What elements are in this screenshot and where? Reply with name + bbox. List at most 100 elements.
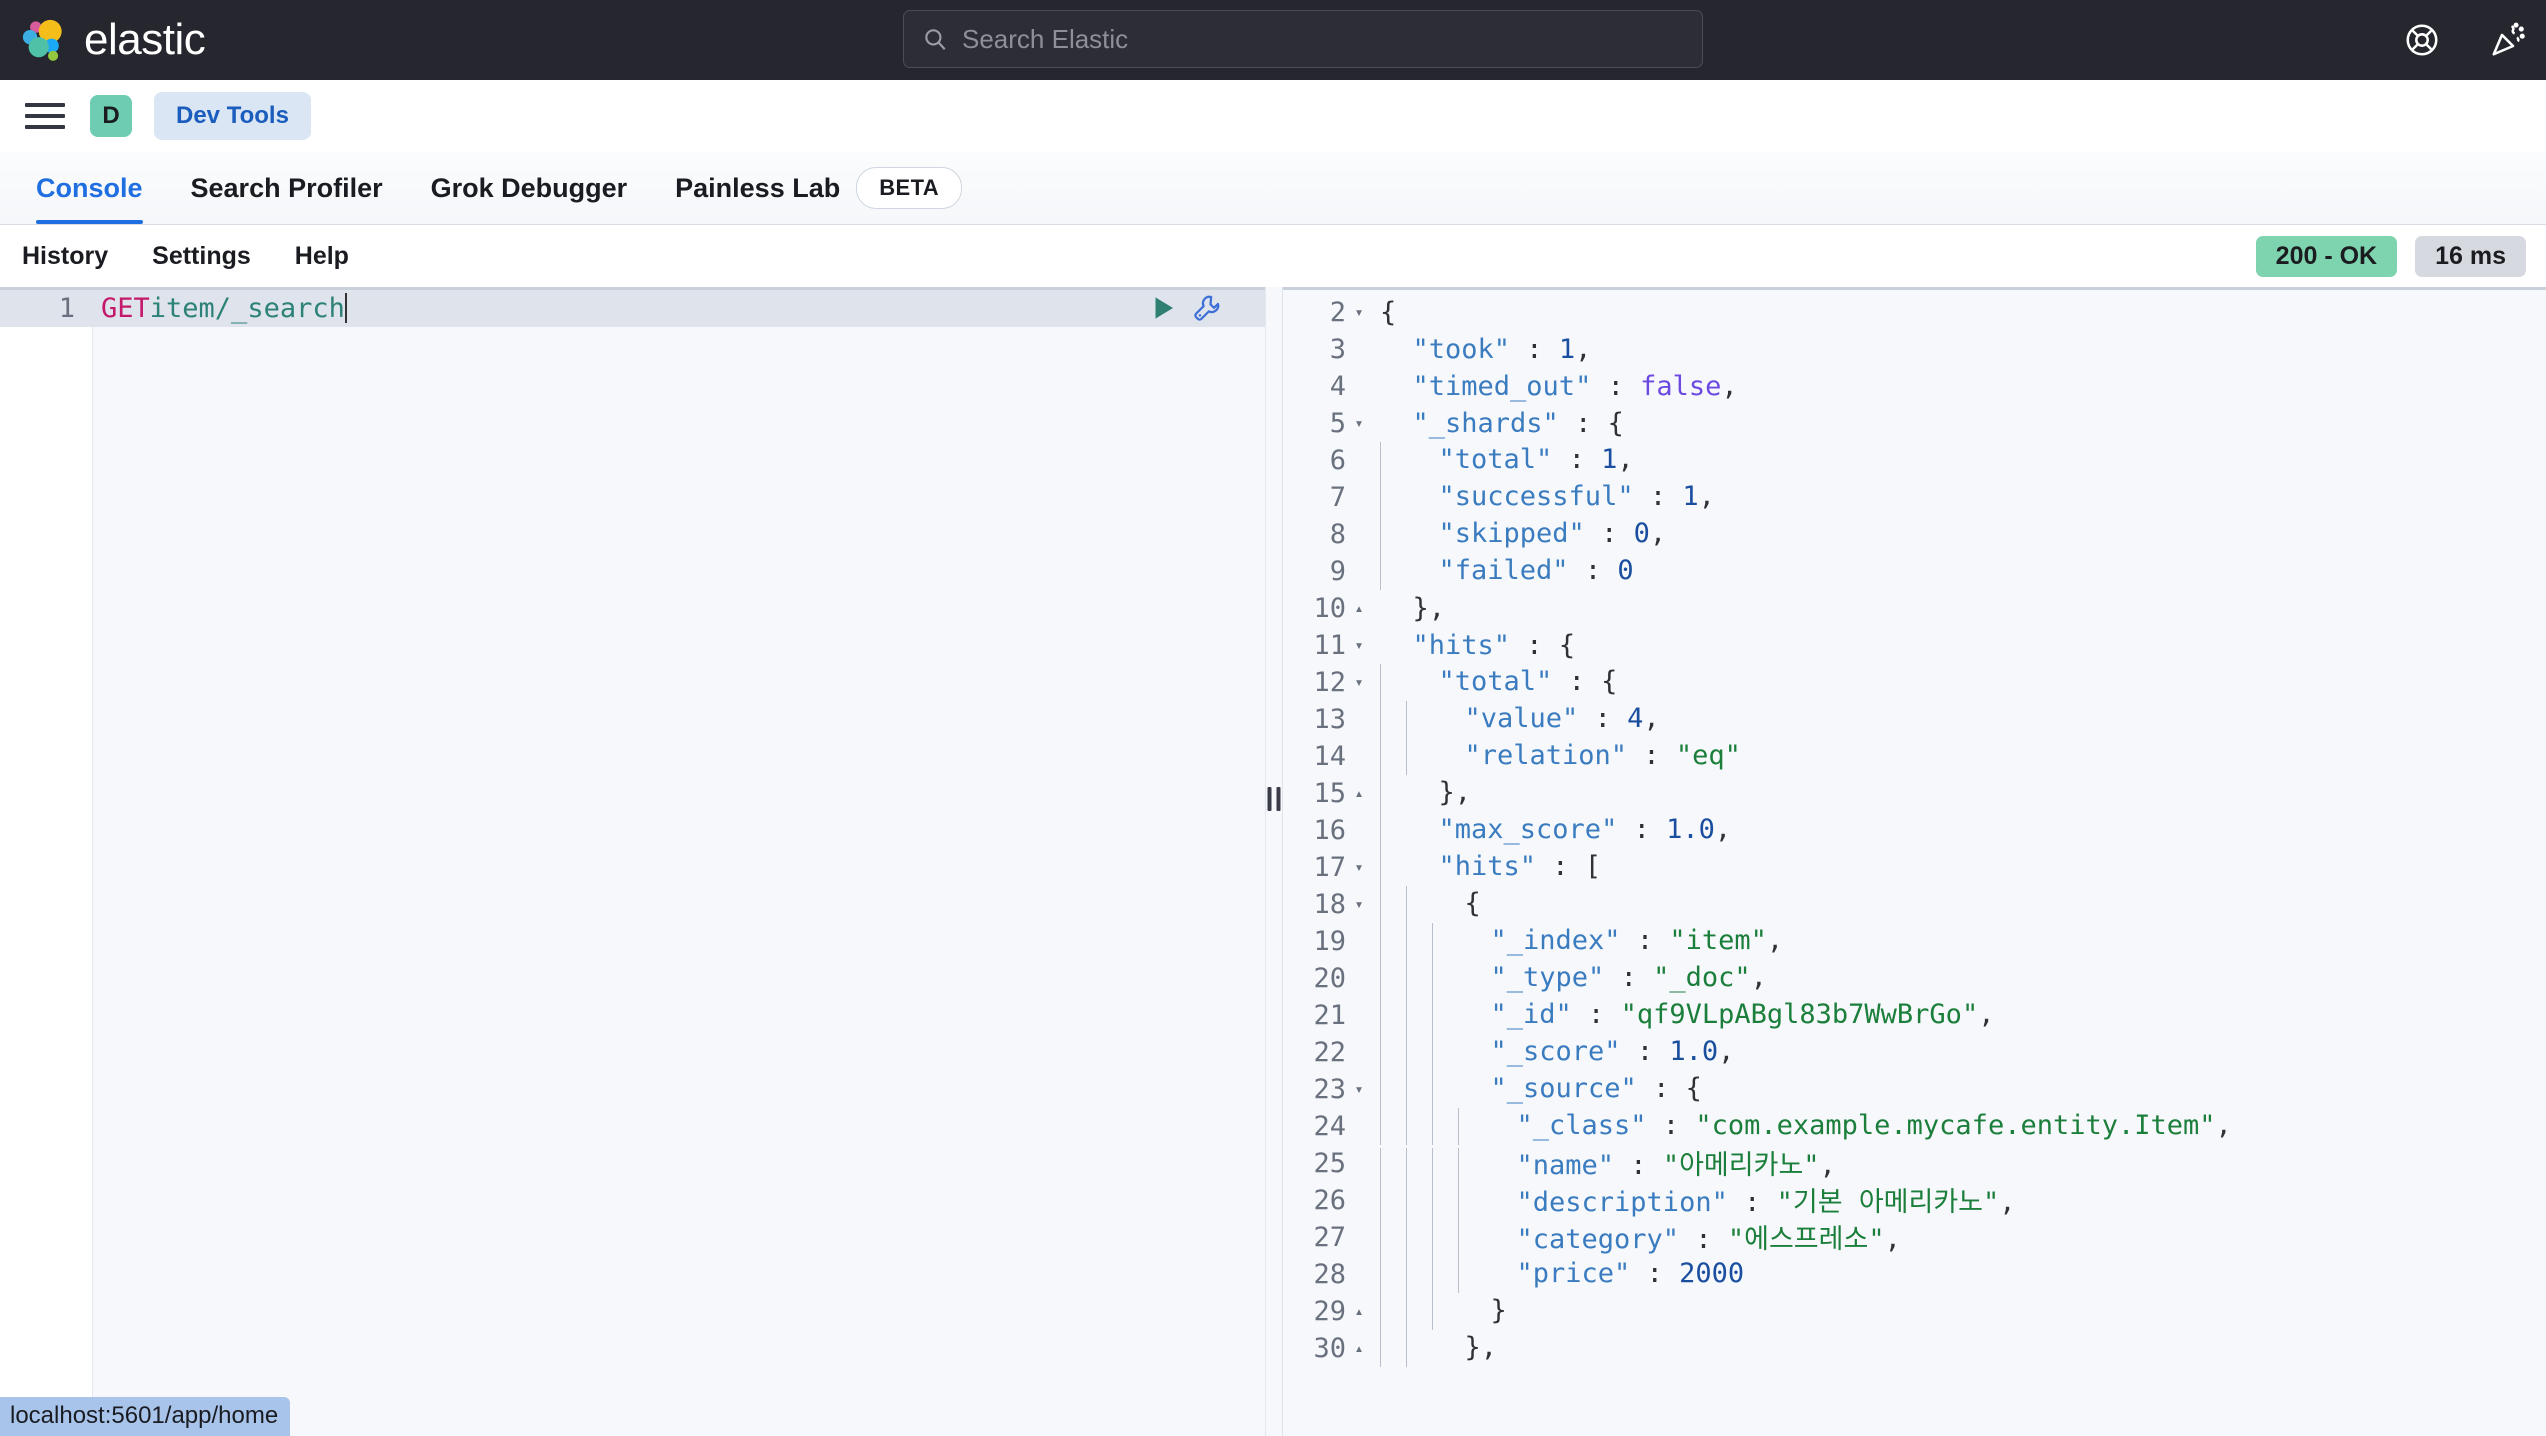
request-editor-blank-area[interactable] bbox=[93, 327, 1265, 1436]
search-input[interactable]: Search Elastic bbox=[962, 24, 1128, 55]
global-header: elastic Search Elastic bbox=[0, 0, 2546, 80]
help-lifebuoy-icon[interactable] bbox=[2400, 18, 2444, 62]
history-button[interactable]: History bbox=[22, 242, 108, 271]
response-line: 10 ▴ }, bbox=[1283, 590, 2546, 627]
settings-button[interactable]: Settings bbox=[152, 242, 251, 271]
indent-guide bbox=[1380, 1330, 1406, 1367]
json-token: : [ bbox=[1536, 851, 1602, 882]
fold-close-icon[interactable]: ▴ bbox=[1348, 1330, 1370, 1367]
response-line: 30 ▴ }, bbox=[1283, 1330, 2546, 1367]
global-search[interactable]: Search Elastic bbox=[903, 10, 1703, 68]
response-line: 21 "_id" : "qf9VLpABgl83b7WwBrGo", bbox=[1283, 997, 2546, 1034]
json-token: "com.example.mycafe.entity.Item" bbox=[1695, 1110, 2216, 1141]
response-line-number: 11 bbox=[1313, 630, 1346, 661]
indent-guide bbox=[1432, 1034, 1458, 1071]
response-line: 9 "failed" : 0 bbox=[1283, 553, 2546, 590]
indent-guide bbox=[1380, 664, 1406, 701]
response-lines: 2 ▾{3 "took" : 1, 4 "timed_out" : false, 5 ▾… bbox=[1283, 290, 2546, 1367]
help-button[interactable]: Help bbox=[295, 242, 349, 271]
response-line: 22 "_score" : 1.0, bbox=[1283, 1034, 2546, 1071]
drag-handle-icon[interactable] bbox=[1267, 787, 1281, 811]
fold-open-icon[interactable]: ▾ bbox=[1348, 1071, 1370, 1108]
response-editor[interactable]: 2 ▾{3 "took" : 1, 4 "timed_out" : false, 5 ▾… bbox=[1283, 287, 2546, 1436]
fold-open-icon[interactable]: ▾ bbox=[1348, 886, 1370, 923]
request-line-1[interactable]: 1 GETitem/_search bbox=[0, 290, 1265, 327]
indent-guide bbox=[1380, 738, 1406, 775]
response-line-content: "_score" : 1.0, bbox=[1370, 1034, 1734, 1071]
response-line-content: { bbox=[1370, 886, 1481, 923]
tab-console[interactable]: Console bbox=[12, 152, 167, 224]
response-line: 25 "name" : "아메리카노", bbox=[1283, 1145, 2546, 1185]
response-line-number: 21 bbox=[1313, 1000, 1346, 1031]
response-line-content: "took" : 1, bbox=[1370, 334, 1592, 365]
indent-guide bbox=[1406, 701, 1432, 738]
indent-guide bbox=[1406, 1293, 1432, 1330]
json-token: "_class" bbox=[1484, 1110, 1647, 1141]
response-line-content: "successful" : 1, bbox=[1370, 479, 1715, 516]
response-line: 7 "successful" : 1, bbox=[1283, 479, 2546, 516]
json-token: "_source" bbox=[1458, 1073, 1637, 1104]
tab-painless-lab[interactable]: Painless Lab BETA bbox=[651, 152, 986, 224]
json-token: : bbox=[1617, 814, 1667, 845]
indent-guide bbox=[1406, 1071, 1432, 1108]
json-token: , bbox=[1999, 1186, 2016, 1218]
json-token: "value" bbox=[1432, 703, 1579, 734]
response-line-content: "relation" : "eq" bbox=[1370, 738, 1741, 775]
json-token: , bbox=[1766, 925, 1784, 956]
indent-guide bbox=[1432, 1071, 1458, 1108]
response-line-content: "total" : 1, bbox=[1370, 442, 1634, 479]
request-editor[interactable]: 1 GETitem/_search bbox=[0, 287, 1265, 1436]
json-token: 1.0 bbox=[1669, 1036, 1719, 1067]
json-token: , bbox=[1718, 1036, 1735, 1067]
json-token: : bbox=[1584, 518, 1634, 549]
request-line-content[interactable]: GETitem/_search bbox=[93, 293, 347, 324]
console-toolbar: History Settings Help 200 - OK 16 ms bbox=[0, 225, 2546, 287]
play-send-request-icon[interactable] bbox=[1148, 293, 1178, 323]
brand-area[interactable]: elastic bbox=[0, 17, 206, 63]
response-line: 26 "description" : "기본 아메리카노", bbox=[1283, 1182, 2546, 1222]
fold-close-icon[interactable]: ▴ bbox=[1348, 1293, 1370, 1330]
search-box[interactable]: Search Elastic bbox=[903, 10, 1703, 68]
status-badge: 200 - OK bbox=[2255, 235, 2398, 277]
response-line-content: "value" : 4, bbox=[1370, 701, 1660, 738]
json-token: , bbox=[1750, 962, 1767, 993]
fold-open-icon[interactable]: ▾ bbox=[1348, 405, 1370, 442]
response-line-content: "hits" : [ bbox=[1370, 849, 1601, 886]
indent-guide bbox=[1406, 997, 1432, 1034]
indent-guide bbox=[1380, 553, 1406, 590]
response-line: 29 ▴ } bbox=[1283, 1293, 2546, 1330]
response-line-number: 5 bbox=[1329, 408, 1346, 439]
breadcrumb-item-dev-tools[interactable]: Dev Tools bbox=[154, 92, 311, 140]
cheer-announcement-icon[interactable] bbox=[2486, 18, 2530, 62]
response-line-content: "category" : "에스프레소", bbox=[1370, 1217, 1901, 1259]
header-actions bbox=[2400, 18, 2530, 62]
response-line-number: 27 bbox=[1313, 1222, 1346, 1253]
json-token: "skipped" bbox=[1406, 518, 1585, 549]
wrench-context-menu-icon[interactable] bbox=[1192, 293, 1222, 323]
fold-close-icon[interactable]: ▴ bbox=[1348, 775, 1370, 812]
space-avatar[interactable]: D bbox=[90, 95, 132, 137]
response-line-number: 14 bbox=[1313, 741, 1346, 772]
response-line: 16 "max_score" : 1.0, bbox=[1283, 812, 2546, 849]
tab-grok-debugger[interactable]: Grok Debugger bbox=[407, 152, 652, 224]
tab-search-profiler[interactable]: Search Profiler bbox=[167, 152, 407, 224]
response-line-content: "_id" : "qf9VLpABgl83b7WwBrGo", bbox=[1370, 997, 1994, 1034]
search-icon bbox=[925, 29, 946, 51]
indent-guide bbox=[1406, 738, 1432, 775]
json-token: }, bbox=[1432, 1332, 1498, 1363]
json-token: , bbox=[1617, 444, 1634, 475]
fold-open-icon[interactable]: ▾ bbox=[1348, 627, 1370, 664]
fold-open-icon[interactable]: ▾ bbox=[1348, 664, 1370, 701]
fold-close-icon[interactable]: ▴ bbox=[1348, 590, 1370, 627]
json-token: : bbox=[1633, 481, 1683, 512]
pane-splitter[interactable] bbox=[1265, 287, 1283, 1436]
json-token: "_shards" bbox=[1380, 408, 1559, 439]
indent-guide bbox=[1406, 886, 1432, 923]
fold-open-icon[interactable]: ▾ bbox=[1348, 849, 1370, 886]
response-line-number: 30 bbox=[1313, 1333, 1346, 1364]
indent-guide bbox=[1432, 923, 1458, 960]
response-line-content: "_shards" : { bbox=[1370, 408, 1624, 439]
json-token: : bbox=[1568, 555, 1618, 586]
hamburger-menu-icon[interactable] bbox=[22, 93, 68, 139]
fold-open-icon[interactable]: ▾ bbox=[1348, 294, 1370, 331]
